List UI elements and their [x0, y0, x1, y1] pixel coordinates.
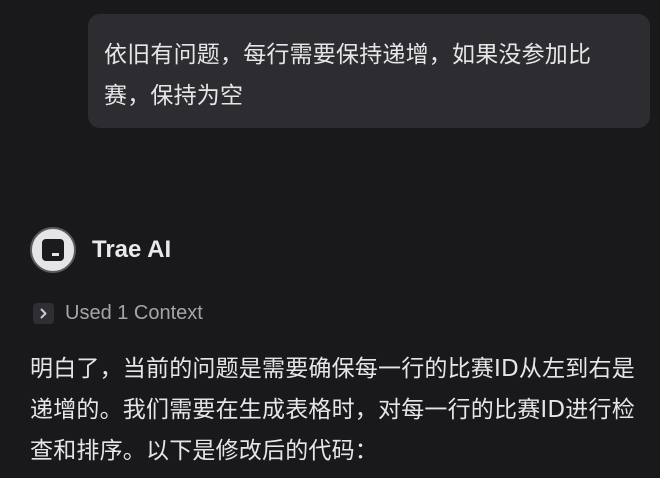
- user-message-bubble: 依旧有问题，每行需要保持递增，如果没参加比赛，保持为空: [88, 14, 650, 128]
- ai-message-text: 明白了，当前的问题是需要确保每一行的比赛ID从左到右是递增的。我们需要在生成表格…: [30, 356, 635, 464]
- used-context-label: Used 1 Context: [65, 301, 203, 324]
- trae-logo-icon: [30, 227, 76, 273]
- used-context-toggle[interactable]: Used 1 Context: [33, 300, 203, 326]
- ai-name: Trae AI: [92, 236, 172, 263]
- chevron-right-icon: [33, 302, 54, 324]
- ai-header: Trae AI: [30, 224, 171, 276]
- user-message-text: 依旧有问题，每行需要保持递增，如果没参加比赛，保持为空: [104, 42, 592, 109]
